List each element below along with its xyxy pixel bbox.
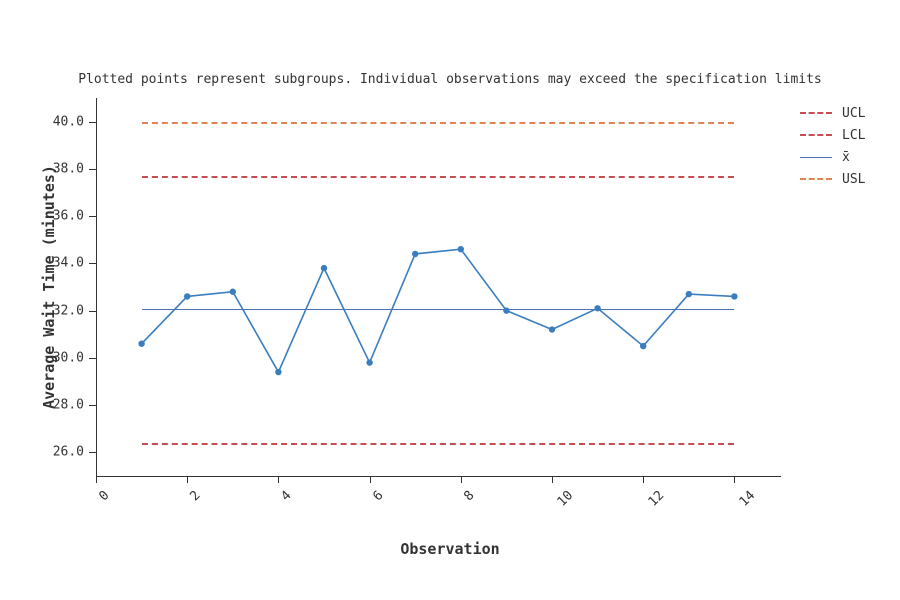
reference-line — [142, 309, 735, 310]
y-tick-label: 28.0 — [48, 398, 84, 413]
x-tick-mark — [461, 476, 462, 483]
x-tick-label: 8 — [461, 488, 477, 504]
x-tick-mark — [370, 476, 371, 483]
legend-label: USL — [842, 172, 865, 187]
x-tick-mark — [96, 476, 97, 483]
legend-swatch — [800, 157, 832, 158]
y-tick-label: 36.0 — [48, 209, 84, 224]
x-tick-label: 0 — [96, 488, 112, 504]
x-tick-label: 2 — [187, 488, 203, 504]
legend-item-LCL: LCL — [800, 124, 865, 146]
reference-line — [142, 176, 735, 178]
legend-item-UCL: UCL — [800, 102, 865, 124]
y-tick-label: 30.0 — [48, 350, 84, 365]
x-tick-mark — [552, 476, 553, 483]
x-tick-mark — [643, 476, 644, 483]
legend-label: x̄ — [842, 150, 850, 165]
legend-label: LCL — [842, 128, 865, 143]
y-tick-mark — [89, 358, 96, 359]
y-tick-label: 38.0 — [48, 161, 84, 176]
x-axis-label: Observation — [0, 540, 900, 558]
y-tick-label: 40.0 — [48, 114, 84, 129]
chart-canvas: Plotted points represent subgroups. Indi… — [0, 0, 900, 600]
legend-label: UCL — [842, 106, 865, 121]
legend-swatch — [800, 134, 832, 136]
y-tick-mark — [89, 311, 96, 312]
y-tick-mark — [89, 405, 96, 406]
y-tick-mark — [89, 169, 96, 170]
chart-title: Plotted points represent subgroups. Indi… — [0, 72, 900, 87]
x-tick-mark — [734, 476, 735, 483]
x-tick-label: 14 — [737, 488, 759, 510]
y-tick-mark — [89, 122, 96, 123]
y-tick-mark — [89, 263, 96, 264]
y-tick-mark — [89, 452, 96, 453]
legend-item-USL: USL — [800, 168, 865, 190]
plot-area — [96, 98, 781, 477]
legend-item-x_bar: x̄ — [800, 146, 865, 168]
legend-swatch — [800, 178, 832, 180]
y-tick-label: 34.0 — [48, 256, 84, 271]
x-tick-mark — [187, 476, 188, 483]
x-tick-label: 10 — [555, 488, 577, 510]
legend-swatch — [800, 112, 832, 114]
y-tick-mark — [89, 216, 96, 217]
x-tick-label: 6 — [370, 488, 386, 504]
x-tick-label: 12 — [646, 488, 668, 510]
reference-line — [142, 443, 735, 445]
x-tick-mark — [278, 476, 279, 483]
legend: UCL LCL x̄ USL — [800, 102, 865, 190]
y-tick-label: 26.0 — [48, 445, 84, 460]
x-tick-label: 4 — [279, 488, 295, 504]
reference-line — [142, 122, 735, 124]
y-axis-label: Average Wait Time (minutes) — [40, 98, 58, 476]
y-tick-label: 32.0 — [48, 303, 84, 318]
